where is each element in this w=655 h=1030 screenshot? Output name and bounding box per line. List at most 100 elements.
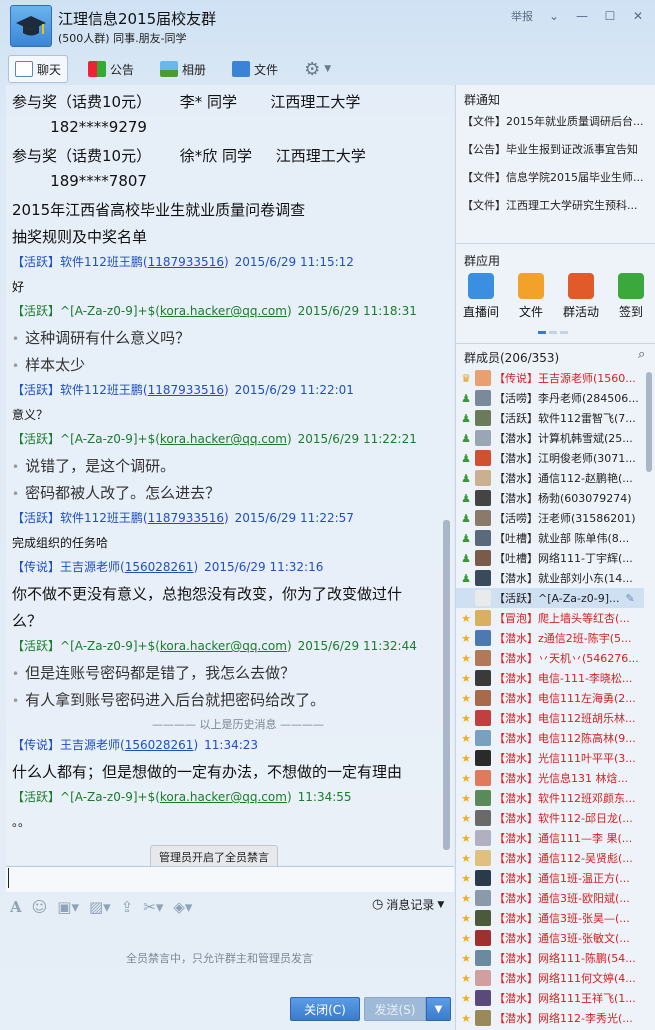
image-icon[interactable]: ▨▾ <box>89 898 111 916</box>
clock-icon: ◷ <box>372 897 384 912</box>
member-row[interactable]: ★ 【潜水】网络111-陈鹏(54... <box>456 948 644 968</box>
group-avatar[interactable] <box>10 5 52 47</box>
sender-id[interactable]: 156028261 <box>125 738 194 752</box>
search-icon[interactable]: ⌕ <box>638 347 645 362</box>
member-row[interactable]: ★ 【潜水】网络112-李秀光(... <box>456 1008 644 1028</box>
member-row[interactable]: ★ 【潜水】电信111左海勇(2... <box>456 688 644 708</box>
member-row[interactable]: ♟ 【潜水】杨勃(603079274) <box>456 488 644 508</box>
member-row[interactable]: ★ 【潜水】电信112班胡乐林... <box>456 708 644 728</box>
member-row[interactable]: ♟ 【潜水】江明俊老师(3071... <box>456 448 644 468</box>
member-tag: 【活跃】 <box>12 511 61 525</box>
member-name: 【冒泡】爬上墙头等红杏(... <box>494 612 630 625</box>
member-scroll-thumb[interactable] <box>646 372 652 472</box>
send-options-button[interactable]: ▼ <box>426 997 451 1021</box>
notice-item[interactable]: 【文件】2015年就业质量调研后台... <box>462 113 650 129</box>
sender-name[interactable]: ^[A-Za-z0-9]+$ <box>60 432 155 446</box>
notice-item[interactable]: 【文件】信息学院2015届毕业生师... <box>462 169 650 185</box>
report-button[interactable]: 举报 <box>511 8 533 24</box>
sender-id[interactable]: 1187933516 <box>148 511 224 525</box>
app-live[interactable]: 直播间 <box>456 273 506 320</box>
chat-scroll-thumb[interactable] <box>443 520 450 850</box>
app-checkin[interactable]: 签到 <box>606 273 655 320</box>
member-row[interactable]: ★ 【潜水】软件112班邓颜东... <box>456 788 644 808</box>
star-icon: ★ <box>461 811 471 825</box>
sender-name[interactable]: 软件112班王鹏 <box>60 383 143 397</box>
close-button[interactable]: 关闭(C) <box>290 997 360 1021</box>
member-row[interactable]: 【活跃】^[A-Za-z0-9]... ✎ <box>456 588 644 608</box>
member-row[interactable]: ♟ 【潜水】计算机韩雪斌(25... <box>456 428 644 448</box>
settings-menu[interactable]: ⚙ ▼ <box>298 55 337 83</box>
sender-name[interactable]: 王吉源老师 <box>60 560 120 574</box>
history-button[interactable]: ◷ 消息记录 ▼ <box>372 896 444 913</box>
message-header: 【活跃】软件112班王鹏(1187933516) 2015/6/29 11:22:… <box>12 381 354 398</box>
chevron-down-icon[interactable]: ⌄ <box>547 9 561 23</box>
member-row[interactable]: ★ 【潜水】网络111王祥飞(1... <box>456 988 644 1008</box>
sender-id[interactable]: kora.hacker@qq.com <box>160 790 287 804</box>
member-row[interactable]: ♟ 【活唠】汪老师(31586201) <box>456 508 644 528</box>
paren-close: ) <box>286 639 292 653</box>
member-row[interactable]: ★ 【潜水】通信3班-欧阳斌(... <box>456 888 644 908</box>
sender-id[interactable]: kora.hacker@qq.com <box>160 304 287 318</box>
shake-icon[interactable]: ▣▾ <box>57 898 79 916</box>
member-row[interactable]: ★ 【潜水】电信112陈高林(9... <box>456 728 644 748</box>
member-avatar <box>475 390 491 406</box>
tab-chat[interactable]: 聊天 <box>8 55 69 83</box>
close-icon[interactable]: ✕ <box>631 9 645 23</box>
sender-name[interactable]: 王吉源老师 <box>60 738 120 752</box>
member-row[interactable]: ♛ 【传说】王吉源老师(1560... <box>456 368 644 388</box>
member-row[interactable]: ♟ 【吐槽】就业部 陈单伟(8... <box>456 528 644 548</box>
member-row[interactable]: ♟ 【活唠】李丹老师(284506... <box>456 388 644 408</box>
star-icon: ★ <box>461 711 471 725</box>
sender-name[interactable]: 软件112班王鹏 <box>60 255 143 269</box>
sender-name[interactable]: ^[A-Za-z0-9]+$ <box>60 790 155 804</box>
upload-icon[interactable]: ⇪ <box>121 898 134 916</box>
message-input[interactable] <box>6 866 454 892</box>
paren-close: ) <box>286 304 292 318</box>
member-row[interactable]: ♟ 【潜水】通信112-赵鹏艳(... <box>456 468 644 488</box>
member-row[interactable]: ♟ 【活跃】软件112雷智飞(7... <box>456 408 644 428</box>
font-icon[interactable]: A <box>10 898 22 916</box>
member-row[interactable]: ★ 【潜水】通信111—李 果(... <box>456 828 644 848</box>
sender-id[interactable]: 1187933516 <box>148 255 224 269</box>
emoji-icon[interactable]: ☺ <box>32 898 48 916</box>
member-row[interactable]: ★ 【潜水】通信112-吴贤彪(... <box>456 848 644 868</box>
member-row[interactable]: ★ 【潜水】光信息131 林焓... <box>456 768 644 788</box>
member-row[interactable]: ♟ 【潜水】就业部刘小东(14... <box>456 568 644 588</box>
maximize-icon[interactable]: ☐ <box>603 9 617 23</box>
member-row[interactable]: ★ 【潜水】通信3班-张昊—(... <box>456 908 644 928</box>
member-row[interactable]: ★ 【潜水】通信1班-温正方(... <box>456 868 644 888</box>
scissors-icon[interactable]: ✂▾ <box>143 898 163 916</box>
notice-item[interactable]: 【公告】毕业生报到证改派事宜告知 <box>462 141 650 157</box>
member-row[interactable]: ★ 【潜水】通信3班-张敏文(... <box>456 928 644 948</box>
sender-name[interactable]: ^[A-Za-z0-9]+$ <box>60 639 155 653</box>
member-row[interactable]: ★ 【潜水】z通信2班-陈宇(5... <box>456 628 644 648</box>
app-activity[interactable]: 群活动 <box>556 273 606 320</box>
sender-id[interactable]: 156028261 <box>125 560 194 574</box>
app-file[interactable]: 文件 <box>506 273 556 320</box>
sender-id[interactable]: kora.hacker@qq.com <box>160 639 287 653</box>
sender-id[interactable]: kora.hacker@qq.com <box>160 432 287 446</box>
gift-icon[interactable]: ◈▾ <box>173 898 192 916</box>
message-time: 11:34:55 <box>297 790 352 804</box>
member-row[interactable]: ★ 【潜水】丷天机丷(546276... <box>456 648 644 668</box>
notice-item[interactable]: 【文件】江西理工大学研究生预科... <box>462 197 650 213</box>
tab-announcement[interactable]: 公告 <box>82 55 140 83</box>
member-row[interactable]: ★ 【潜水】软件112-邱日龙(... <box>456 808 644 828</box>
chat-history[interactable]: 参与奖（话费10元） 李* 同学 江西理工大学 182****9279 参与奖（话… <box>6 85 454 865</box>
tab-album[interactable]: 相册 <box>154 55 212 83</box>
app-label: 群活动 <box>562 305 599 319</box>
member-row[interactable]: ★ 【潜水】电信-111-李晓松... <box>456 668 644 688</box>
minimize-icon[interactable]: — <box>575 9 589 23</box>
tab-files[interactable]: 文件 <box>226 55 284 83</box>
member-row[interactable]: ♟ 【吐槽】网络111-丁宇辉(... <box>456 548 644 568</box>
sender-name[interactable]: ^[A-Za-z0-9]+$ <box>60 304 155 318</box>
send-button[interactable]: 发送(S) <box>364 997 426 1021</box>
edit-icon[interactable]: ✎ <box>626 592 635 605</box>
member-row[interactable]: ★ 【潜水】网络111何文婷(4... <box>456 968 644 988</box>
sender-id[interactable]: 1187933516 <box>148 383 224 397</box>
member-row[interactable]: ★ 【冒泡】爬上墙头等红杏(... <box>456 608 644 628</box>
member-name: 【潜水】软件112班邓颜东... <box>494 792 636 805</box>
member-row[interactable]: ★ 【潜水】光信111叶平平(3... <box>456 748 644 768</box>
message-time: 2015/6/29 11:22:01 <box>234 383 354 397</box>
sender-name[interactable]: 软件112班王鹏 <box>60 511 143 525</box>
